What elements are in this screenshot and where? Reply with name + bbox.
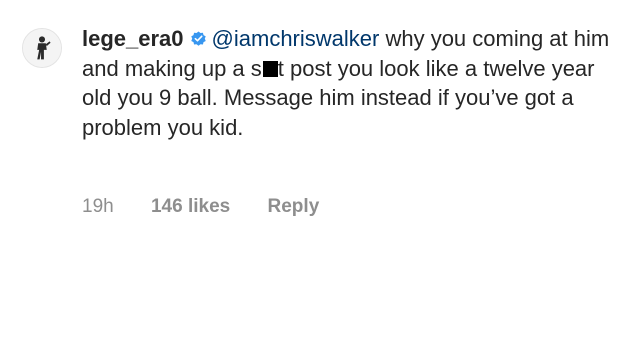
comment-text: lege_era0 @iamchriswalker why you coming … xyxy=(82,24,612,142)
username[interactable]: lege_era0 xyxy=(82,26,184,51)
user-avatar-icon[interactable] xyxy=(22,28,62,68)
likes-count[interactable]: 146 likes xyxy=(151,196,230,218)
reply-button[interactable]: Reply xyxy=(268,196,320,218)
comment-meta: 19h 146 likes Reply xyxy=(82,196,319,218)
censor-bar xyxy=(262,60,278,77)
avatar-image xyxy=(23,29,61,67)
verified-badge-icon xyxy=(190,30,207,47)
mention-link[interactable]: @iamchriswalker xyxy=(212,26,380,51)
comment-body: lege_era0 @iamchriswalker why you coming … xyxy=(82,24,612,217)
comment-timestamp: 19h xyxy=(82,196,114,217)
